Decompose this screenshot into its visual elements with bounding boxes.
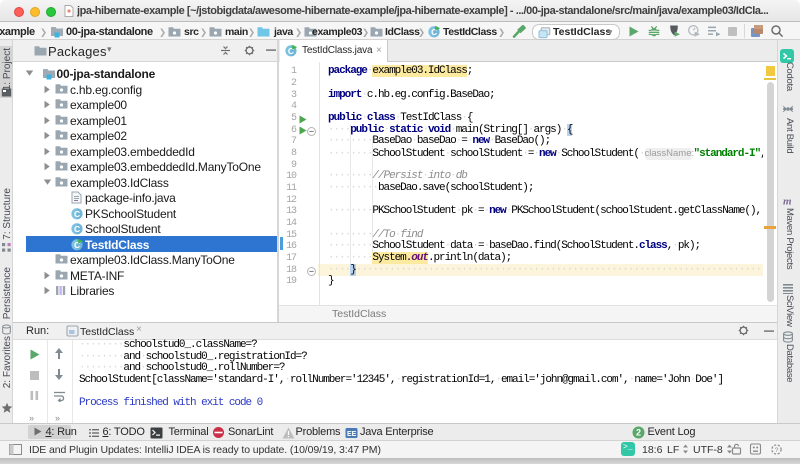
svg-text:m: m [783,196,792,207]
svg-text:?: ? [775,447,779,454]
svg-text:2: 2 [636,428,641,438]
svg-text:EE: EE [347,431,357,438]
